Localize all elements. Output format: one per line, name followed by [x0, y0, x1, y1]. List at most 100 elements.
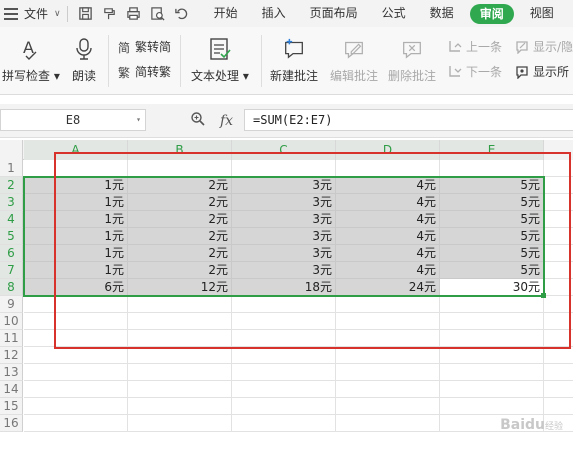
cell-e12[interactable] [440, 347, 544, 364]
cell-a10[interactable] [24, 313, 128, 330]
cell-f8[interactable] [544, 279, 573, 296]
save-icon[interactable] [78, 6, 94, 22]
cell-d4[interactable]: 4元 [336, 211, 440, 228]
file-menu[interactable]: 文件 ∨ [0, 0, 61, 27]
row-header-13[interactable]: 13 [0, 364, 23, 381]
cell-a14[interactable] [24, 381, 128, 398]
cell-f2[interactable] [544, 177, 573, 194]
cell-c10[interactable] [232, 313, 336, 330]
cell-d7[interactable]: 4元 [336, 262, 440, 279]
prev-comment-button[interactable]: 上一条 [447, 38, 502, 55]
cell-b7[interactable]: 2元 [128, 262, 232, 279]
cell-a7[interactable]: 1元 [24, 262, 128, 279]
tab-insert[interactable]: 插入 [250, 0, 298, 27]
cell-c1[interactable] [232, 160, 336, 177]
cell-c12[interactable] [232, 347, 336, 364]
cell-d10[interactable] [336, 313, 440, 330]
formula-input[interactable]: =SUM(E2:E7) [244, 109, 573, 131]
cell-f5[interactable] [544, 228, 573, 245]
cell-a4[interactable]: 1元 [24, 211, 128, 228]
cell-f3[interactable] [544, 194, 573, 211]
cell-b8[interactable]: 12元 [128, 279, 232, 296]
cell-e4[interactable]: 5元 [440, 211, 544, 228]
cell-d3[interactable]: 4元 [336, 194, 440, 211]
cell-d6[interactable]: 4元 [336, 245, 440, 262]
cell-b14[interactable] [128, 381, 232, 398]
cell-c16[interactable] [232, 415, 336, 432]
cell-e6[interactable]: 5元 [440, 245, 544, 262]
row-header-4[interactable]: 4 [0, 211, 23, 228]
show-hide-comment-button[interactable]: 显示/隐 [514, 38, 573, 55]
row-header-11[interactable]: 11 [0, 330, 23, 347]
row-header-3[interactable]: 3 [0, 194, 23, 211]
cell-d9[interactable] [336, 296, 440, 313]
cell-a2[interactable]: 1元 [24, 177, 128, 194]
cell-f4[interactable] [544, 211, 573, 228]
row-header-15[interactable]: 15 [0, 398, 23, 415]
cell-a9[interactable] [24, 296, 128, 313]
cell-c8[interactable]: 18元 [232, 279, 336, 296]
cell-c9[interactable] [232, 296, 336, 313]
cell-b2[interactable]: 2元 [128, 177, 232, 194]
row-header-9[interactable]: 9 [0, 296, 23, 313]
row-header-10[interactable]: 10 [0, 313, 23, 330]
format-painter-icon[interactable] [102, 6, 118, 22]
cell-e7[interactable]: 5元 [440, 262, 544, 279]
cell-a11[interactable] [24, 330, 128, 347]
cell-e9[interactable] [440, 296, 544, 313]
cell-a16[interactable] [24, 415, 128, 432]
cell-d8[interactable]: 24元 [336, 279, 440, 296]
cell-f10[interactable] [544, 313, 573, 330]
cell-e13[interactable] [440, 364, 544, 381]
cell-e10[interactable] [440, 313, 544, 330]
spellcheck-button[interactable]: A 拼写检查 ▾ [2, 35, 60, 84]
cell-a1[interactable] [24, 160, 128, 177]
trad-to-simp-button[interactable]: 简 繁转简 [116, 38, 171, 55]
cell-a3[interactable]: 1元 [24, 194, 128, 211]
cell-e2[interactable]: 5元 [440, 177, 544, 194]
cell-f7[interactable] [544, 262, 573, 279]
cell-f13[interactable] [544, 364, 573, 381]
tab-page-layout[interactable]: 页面布局 [298, 0, 370, 27]
cell-a13[interactable] [24, 364, 128, 381]
cell-c15[interactable] [232, 398, 336, 415]
cell-e11[interactable] [440, 330, 544, 347]
edit-comment-button[interactable]: 编辑批注 [330, 35, 378, 84]
column-header-a[interactable]: A [24, 140, 128, 160]
cell-c13[interactable] [232, 364, 336, 381]
cell-e3[interactable]: 5元 [440, 194, 544, 211]
cell-a6[interactable]: 1元 [24, 245, 128, 262]
cell-d5[interactable]: 4元 [336, 228, 440, 245]
simp-to-trad-button[interactable]: 繁 简转繁 [116, 63, 171, 80]
cell-f12[interactable] [544, 347, 573, 364]
column-header-c[interactable]: C [232, 140, 336, 160]
print-icon[interactable] [126, 6, 142, 22]
row-header-5[interactable]: 5 [0, 228, 23, 245]
cell-f15[interactable] [544, 398, 573, 415]
cell-e5[interactable]: 5元 [440, 228, 544, 245]
row-header-12[interactable]: 12 [0, 347, 23, 364]
cell-c5[interactable]: 3元 [232, 228, 336, 245]
cell-b15[interactable] [128, 398, 232, 415]
print-preview-icon[interactable] [150, 6, 166, 22]
new-comment-button[interactable]: 新建批注 [270, 35, 318, 84]
cell-b13[interactable] [128, 364, 232, 381]
delete-comment-button[interactable]: 删除批注 [388, 35, 436, 84]
cell-c4[interactable]: 3元 [232, 211, 336, 228]
cell-a8[interactable]: 6元 [24, 279, 128, 296]
cell-b9[interactable] [128, 296, 232, 313]
cell-c14[interactable] [232, 381, 336, 398]
cell-c7[interactable]: 3元 [232, 262, 336, 279]
column-header-b[interactable]: B [128, 140, 232, 160]
cell-b12[interactable] [128, 347, 232, 364]
cell-e1[interactable] [440, 160, 544, 177]
cell-b11[interactable] [128, 330, 232, 347]
column-header-e[interactable]: E [440, 140, 544, 160]
row-header-1[interactable]: 1 [0, 160, 23, 177]
cell-b6[interactable]: 2元 [128, 245, 232, 262]
cell-d2[interactable]: 4元 [336, 177, 440, 194]
select-all-corner[interactable] [0, 140, 23, 160]
cell-f11[interactable] [544, 330, 573, 347]
tab-view[interactable]: 视图 [518, 0, 566, 27]
cell-b5[interactable]: 2元 [128, 228, 232, 245]
